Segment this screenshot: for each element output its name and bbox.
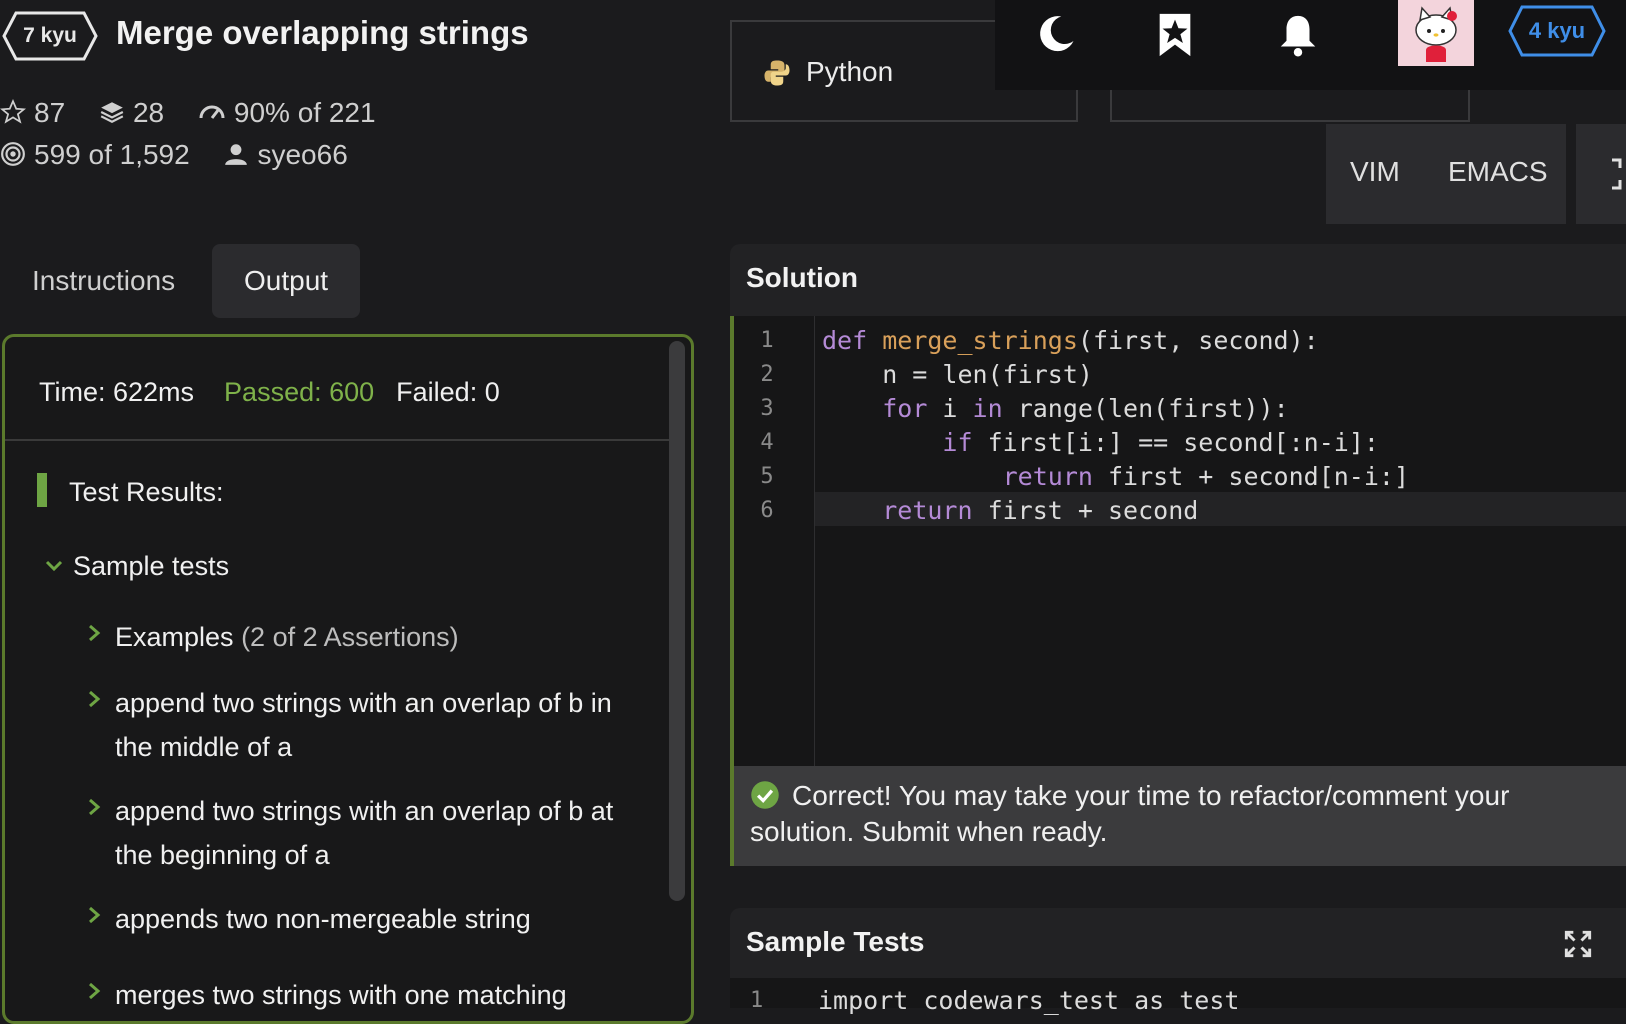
code-line: return first + second — [882, 496, 1199, 525]
test-item-examples[interactable]: Examples (2 of 2 Assertions) — [87, 615, 627, 659]
vim-mode-button[interactable]: VIM — [1350, 156, 1400, 188]
test-item-non-mergeable[interactable]: appends two non-mergeable string — [87, 897, 627, 941]
bell-icon[interactable] — [1275, 12, 1321, 58]
line-number: 6 — [760, 498, 774, 523]
star-icon — [0, 98, 27, 124]
sample-tests-header: Sample Tests — [730, 908, 1626, 978]
sample-tests-group[interactable]: Sample tests — [45, 551, 229, 582]
solution-title: Solution — [746, 262, 858, 293]
tab-instructions[interactable]: Instructions — [0, 244, 207, 318]
success-banner: Correct! You may take your time to refac… — [730, 766, 1626, 866]
emacs-mode-button[interactable]: EMACS — [1448, 156, 1548, 188]
test-results-heading: Test Results: — [37, 473, 224, 508]
chevron-down-icon — [45, 560, 63, 572]
solution-editor[interactable]: 1 2 3 4 5 6 def merge_strings(first, sec… — [730, 316, 1626, 766]
solution-header: Solution — [730, 244, 1626, 316]
gauge-icon — [199, 105, 225, 119]
kata-rank-badge: 7 kyu — [2, 10, 98, 62]
test-item-overlap-beginning[interactable]: append two strings with an overlap of b … — [87, 789, 627, 877]
code-line: def merge_strings(first, second): — [822, 326, 1319, 355]
chevron-right-icon — [89, 690, 101, 708]
failed-label: Failed: 0 — [396, 377, 500, 407]
satisfaction-stat: 90% of 221 — [198, 92, 376, 134]
line-number: 3 — [760, 396, 774, 421]
expand-icon — [1612, 158, 1622, 190]
author-stat[interactable]: syeo66 — [223, 134, 348, 176]
target-icon — [1, 142, 25, 166]
output-panel: Time: 622ms Passed: 600 Failed: 0 Test Res… — [2, 334, 694, 1024]
line-gutter: 1 2 3 4 5 6 — [734, 316, 815, 766]
success-message: Correct! You may take your time to refac… — [750, 780, 1510, 847]
code-line: for i in range(len(first)): — [882, 394, 1289, 423]
chevron-right-icon — [89, 982, 101, 1000]
collections-stat[interactable]: 28 — [99, 92, 164, 134]
editor-modes: VIM EMACS — [1326, 124, 1566, 224]
line-number: 5 — [760, 464, 774, 489]
line-number: 2 — [760, 362, 774, 387]
completed-stat: 599 of 1,592 — [0, 134, 190, 176]
stars-stat[interactable]: 87 — [0, 92, 65, 134]
kata-stats: 87 28 90% of 221 599 of 1,592 syeo66 — [0, 92, 560, 176]
code-line: n = len(first) — [822, 360, 1093, 389]
hello-kitty-avatar — [1398, 0, 1474, 66]
time-label: Time: 622ms — [39, 377, 195, 407]
kata-rank-label: 7 kyu — [23, 24, 77, 47]
user-rank-badge[interactable]: 4 kyu — [1507, 4, 1607, 58]
passed-label: Passed: 600 — [224, 377, 375, 407]
bookmark-icon[interactable] — [1155, 12, 1195, 58]
line-number: 1 — [760, 328, 774, 353]
test-item-one-matching[interactable]: merges two strings with one matching — [87, 973, 627, 1017]
output-scrollbar[interactable] — [669, 341, 685, 901]
expand-icon[interactable] — [1564, 930, 1592, 958]
code-line: return first + second[n-i:] — [1002, 462, 1410, 491]
layers-icon — [100, 102, 124, 123]
python-icon — [764, 60, 790, 86]
avatar[interactable] — [1398, 0, 1474, 66]
chevron-right-icon — [89, 906, 101, 924]
sample-tests-title: Sample Tests — [746, 926, 925, 957]
divider — [5, 439, 675, 441]
test-item-overlap-middle[interactable]: append two strings with an overlap of b … — [87, 681, 627, 769]
line-number: 4 — [760, 430, 774, 455]
chevron-right-icon — [89, 624, 101, 642]
user-icon — [225, 144, 248, 165]
language-label: Python — [806, 56, 894, 87]
sample-tests-editor[interactable]: 1 import codewars_test as test — [730, 978, 1626, 1015]
user-rank-label: 4 kyu — [1528, 18, 1586, 43]
chevron-right-icon — [89, 798, 101, 816]
code-line: if first[i:] == second[:n-i]: — [942, 428, 1379, 457]
accent-bar — [37, 473, 47, 507]
line-number: 1 — [750, 988, 764, 1013]
kata-title: Merge overlapping strings — [116, 14, 529, 51]
check-circle-icon — [751, 781, 779, 809]
moon-icon[interactable] — [1035, 12, 1077, 56]
fullscreen-button[interactable] — [1576, 124, 1626, 224]
tab-output[interactable]: Output — [212, 244, 361, 318]
test-summary: Time: 622ms Passed: 600 Failed: 0 — [39, 377, 500, 408]
code-line: import codewars_test as test — [818, 986, 1240, 1015]
